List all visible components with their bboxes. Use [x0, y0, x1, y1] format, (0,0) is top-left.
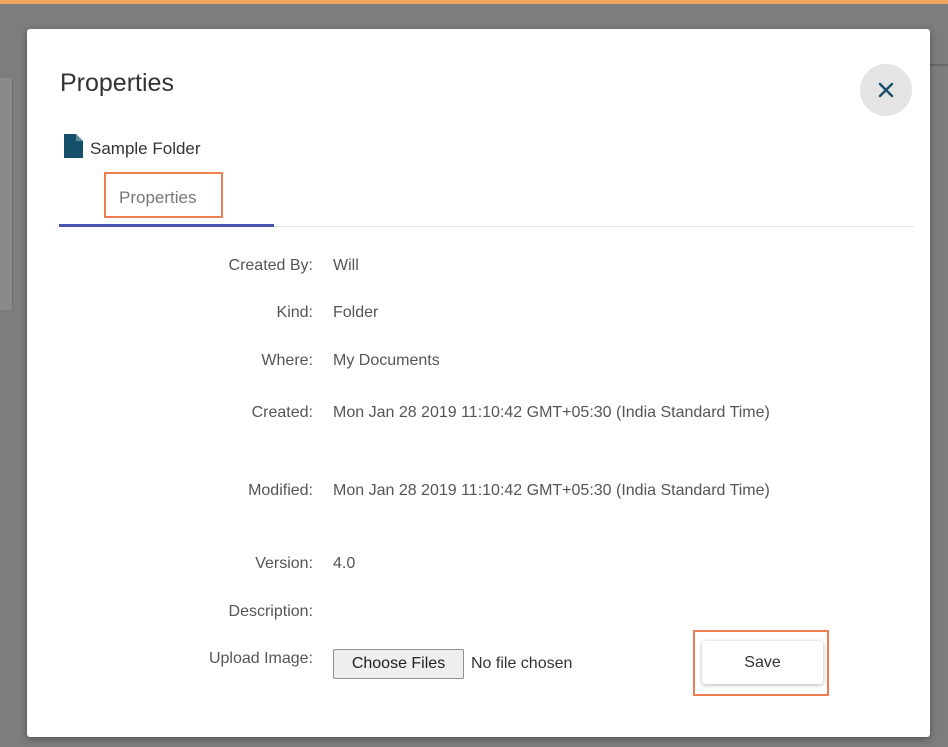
save-button[interactable]: Save	[702, 641, 823, 684]
document-icon	[64, 134, 83, 158]
version-label: Version:	[255, 555, 313, 572]
close-button[interactable]	[860, 64, 912, 116]
dialog-title: Properties	[60, 69, 174, 97]
where-value: My Documents	[333, 352, 440, 369]
tab-divider	[274, 226, 914, 227]
description-label: Description:	[228, 603, 313, 620]
modified-label: Modified:	[248, 482, 313, 499]
choose-files-button[interactable]: Choose Files	[333, 649, 464, 679]
top-accent-line	[0, 0, 948, 4]
properties-dialog: Properties Sample Folder Properties Crea…	[27, 29, 930, 737]
background-panel	[0, 78, 13, 310]
created-value: Mon Jan 28 2019 11:10:42 GMT+05:30 (Indi…	[333, 404, 770, 421]
file-status: No file chosen	[471, 655, 573, 672]
where-label: Where:	[261, 352, 313, 369]
tab-label: Properties	[119, 188, 197, 207]
tab-properties[interactable]: Properties	[59, 172, 274, 227]
background-divider	[930, 64, 948, 66]
close-icon	[878, 82, 894, 98]
tab-active-indicator	[59, 224, 274, 227]
created-label: Created:	[251, 404, 313, 421]
kind-value: Folder	[333, 304, 379, 321]
created-by-label: Created By:	[228, 257, 313, 274]
version-value: 4.0	[333, 555, 356, 572]
upload-image-label: Upload Image:	[208, 650, 313, 667]
kind-label: Kind:	[276, 304, 313, 321]
created-by-value: Will	[333, 257, 359, 274]
modified-value: Mon Jan 28 2019 11:10:42 GMT+05:30 (Indi…	[333, 482, 770, 499]
folder-name: Sample Folder	[90, 139, 201, 158]
